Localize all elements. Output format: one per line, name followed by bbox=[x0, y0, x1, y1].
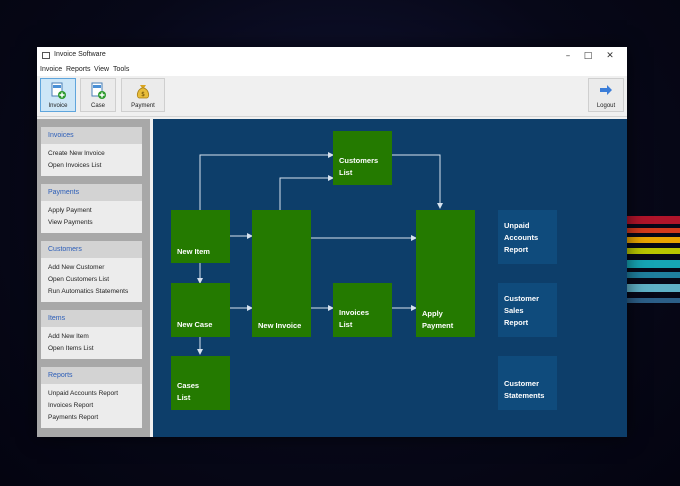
sidebar-item-invoices-report[interactable]: Invoices Report bbox=[41, 400, 142, 412]
logout-button[interactable]: Logout bbox=[588, 78, 624, 112]
money-bag-icon: $ bbox=[136, 85, 150, 99]
sidebar-item-open-invoices-list[interactable]: Open Invoices List bbox=[41, 160, 142, 172]
sidebar-group-reports: Reports Unpaid Accounts Report Invoices … bbox=[41, 367, 142, 428]
flow-apply-payment-label-1: Apply bbox=[422, 309, 443, 318]
menu-view[interactable]: View bbox=[94, 66, 109, 73]
invoice-button[interactable]: Invoice bbox=[40, 78, 76, 112]
svg-text:$: $ bbox=[141, 91, 145, 98]
flow-invoices-list[interactable]: Invoices List bbox=[333, 283, 392, 337]
flow-cases-list-label-2: List bbox=[177, 393, 191, 402]
flow-new-case-label: New Case bbox=[177, 320, 213, 329]
sidebar-item-add-new-customer[interactable]: Add New Customer bbox=[41, 262, 142, 274]
flow-unpaid-report-label-3: Report bbox=[504, 245, 529, 254]
sidebar-item-open-items-list[interactable]: Open Items List bbox=[41, 343, 142, 355]
case-add-icon bbox=[91, 82, 106, 99]
sidebar-item-run-automatics-statements[interactable]: Run Automatics Statements bbox=[41, 286, 142, 298]
flow-new-case[interactable]: New Case bbox=[171, 283, 230, 337]
flow-statements-label-2: Statements bbox=[504, 391, 545, 400]
flow-cases-list-label-1: Cases bbox=[177, 381, 200, 390]
payment-button-label: Payment bbox=[131, 103, 155, 109]
maximize-icon[interactable]: □ bbox=[577, 49, 599, 63]
flow-customers-list[interactable]: Customers List bbox=[333, 131, 392, 185]
workflow-canvas: New Item New Case Cases List New Invoice… bbox=[153, 119, 627, 437]
flow-new-invoice[interactable]: New Invoice bbox=[252, 210, 311, 337]
flow-statements-label-1: Customer bbox=[504, 379, 540, 388]
sidebar-group-customers: Customers Add New Customer Open Customer… bbox=[41, 241, 142, 302]
flow-invoices-list-label-1: Invoices bbox=[339, 308, 370, 317]
flow-new-invoice-label: New Invoice bbox=[258, 321, 302, 330]
app-window: Invoice Software – □ ✕ Invoice Reports V… bbox=[37, 47, 627, 437]
sidebar-group-invoices: Invoices Create New Invoice Open Invoice… bbox=[41, 127, 142, 176]
minimize-icon[interactable]: – bbox=[557, 49, 579, 63]
sidebar-item-create-new-invoice[interactable]: Create New Invoice bbox=[41, 148, 142, 160]
flow-sales-report-label-3: Report bbox=[504, 318, 529, 327]
sidebar-item-open-customers-list[interactable]: Open Customers List bbox=[41, 274, 142, 286]
flow-customer-sales-report[interactable]: Customer Sales Report bbox=[498, 283, 557, 337]
flow-customer-statements[interactable]: Customer Statements bbox=[498, 356, 557, 410]
flow-unpaid-report-label-2: Accounts bbox=[504, 233, 539, 242]
flow-new-item-label: New Item bbox=[177, 247, 210, 256]
invoice-button-label: Invoice bbox=[48, 103, 68, 109]
flow-apply-payment-label-2: Payment bbox=[422, 321, 454, 330]
sidebar-item-unpaid-accounts-report[interactable]: Unpaid Accounts Report bbox=[41, 388, 142, 400]
document-add-icon bbox=[51, 82, 66, 99]
case-button[interactable]: Case bbox=[80, 78, 116, 112]
flow-unpaid-report-label-1: Unpaid bbox=[504, 221, 530, 230]
sidebar-group-title[interactable]: Items bbox=[41, 310, 142, 327]
sidebar-group-payments: Payments Apply Payment View Payments bbox=[41, 184, 142, 233]
flow-unpaid-accounts-report[interactable]: Unpaid Accounts Report bbox=[498, 210, 557, 264]
background-light-stripes bbox=[626, 210, 680, 320]
app-icon bbox=[42, 52, 50, 59]
sidebar-group-title[interactable]: Reports bbox=[41, 367, 142, 384]
menu-tools[interactable]: Tools bbox=[113, 66, 129, 73]
sidebar-group-items: Items Add New Item Open Items List bbox=[41, 310, 142, 359]
title-bar: Invoice Software – □ ✕ bbox=[37, 47, 627, 65]
sidebar-item-apply-payment[interactable]: Apply Payment bbox=[41, 205, 142, 217]
case-button-label: Case bbox=[90, 103, 105, 109]
toolbar: Invoice Case $ Payment Logout bbox=[37, 76, 627, 117]
flow-new-item[interactable]: New Item bbox=[171, 210, 230, 263]
flow-sales-report-label-1: Customer bbox=[504, 294, 540, 303]
flow-sales-report-label-2: Sales bbox=[504, 306, 524, 315]
logout-button-label: Logout bbox=[596, 103, 616, 109]
arrow-right-icon bbox=[600, 85, 612, 95]
flow-cases-list[interactable]: Cases List bbox=[171, 356, 230, 410]
menu-bar: Invoice Reports View Tools bbox=[37, 65, 627, 76]
sidebar-group-title[interactable]: Payments bbox=[41, 184, 142, 201]
menu-reports[interactable]: Reports bbox=[66, 66, 91, 73]
payment-button[interactable]: $ Payment bbox=[121, 78, 165, 112]
close-icon[interactable]: ✕ bbox=[599, 49, 621, 63]
flow-customers-list-label-2: List bbox=[339, 168, 353, 177]
flow-invoices-list-label-2: List bbox=[339, 320, 353, 329]
sidebar-group-title[interactable]: Invoices bbox=[41, 127, 142, 144]
flow-customers-list-label-1: Customers bbox=[339, 156, 379, 165]
sidebar-group-title[interactable]: Customers bbox=[41, 241, 142, 258]
sidebar-item-payments-report[interactable]: Payments Report bbox=[41, 412, 142, 424]
sidebar-item-view-payments[interactable]: View Payments bbox=[41, 217, 142, 229]
window-title: Invoice Software bbox=[54, 51, 106, 58]
sidebar: Invoices Create New Invoice Open Invoice… bbox=[37, 119, 150, 437]
menu-invoice[interactable]: Invoice bbox=[40, 66, 62, 73]
sidebar-item-add-new-item[interactable]: Add New Item bbox=[41, 331, 142, 343]
flow-apply-payment[interactable]: Apply Payment bbox=[416, 210, 475, 337]
